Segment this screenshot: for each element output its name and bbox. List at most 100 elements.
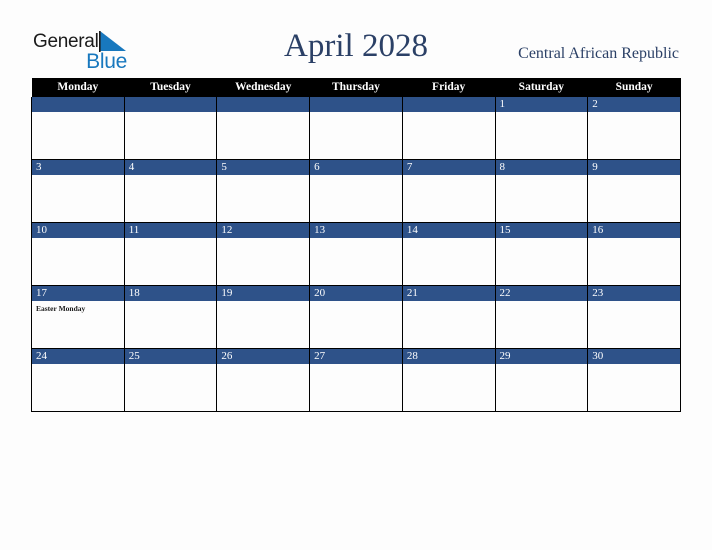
day-number: 3 — [32, 160, 124, 175]
day-events — [588, 238, 680, 241]
calendar-day-cell[interactable]: 14 — [401, 222, 496, 286]
calendar-day-cell[interactable]: 9 — [587, 159, 681, 223]
calendar-day-cell[interactable]: 22 — [494, 285, 589, 349]
day-events — [217, 175, 309, 178]
calendar-day-cell[interactable]: 13 — [309, 222, 403, 286]
day-cell-inner: 26 — [217, 349, 310, 411]
calendar-day-cell[interactable]: 25 — [123, 348, 218, 412]
holiday-label: Easter Monday — [36, 304, 86, 313]
calendar-day-cell[interactable]: 8 — [494, 159, 589, 223]
calendar-day-cell[interactable]: 26 — [216, 348, 311, 412]
day-number: 26 — [217, 349, 310, 364]
day-events — [403, 364, 495, 367]
calendar-day-cell[interactable]: 1 — [494, 97, 589, 160]
day-cell-inner: 14 — [402, 223, 495, 285]
day-events — [496, 364, 588, 367]
day-events — [310, 112, 402, 115]
day-cell-inner: 11 — [124, 223, 217, 285]
day-cell-inner — [402, 97, 495, 159]
day-cell-inner: 28 — [402, 349, 495, 411]
day-events — [310, 364, 402, 367]
day-events — [217, 112, 309, 115]
day-events — [125, 238, 217, 241]
day-events — [125, 112, 217, 115]
calendar-day-cell[interactable]: 18 — [123, 285, 218, 349]
calendar-empty-cell[interactable] — [216, 97, 311, 160]
calendar-empty-cell[interactable] — [31, 97, 125, 160]
day-events — [217, 238, 309, 241]
day-events — [403, 301, 495, 304]
calendar-day-cell[interactable]: 16 — [587, 222, 681, 286]
day-number: 13 — [310, 223, 402, 238]
day-cell-inner: 1 — [495, 97, 588, 159]
calendar-day-cell[interactable]: 24 — [31, 348, 125, 412]
day-cell-inner — [32, 97, 124, 159]
day-events — [125, 301, 217, 304]
day-number: 1 — [495, 97, 588, 112]
day-cell-inner — [124, 97, 217, 159]
day-cell-inner: 17 Easter Monday — [32, 286, 124, 348]
calendar-empty-cell[interactable] — [401, 97, 496, 160]
calendar-day-cell[interactable]: 4 — [123, 159, 218, 223]
calendar-day-cell[interactable]: 27 — [309, 348, 403, 412]
page-header: General Blue April 2028 Central African … — [0, 0, 712, 78]
day-number — [32, 97, 124, 112]
day-number: 28 — [402, 349, 495, 364]
weekday-header-friday: Friday — [402, 78, 496, 97]
day-events — [310, 238, 402, 241]
day-events — [588, 301, 680, 304]
calendar-day-cell[interactable]: 15 — [494, 222, 589, 286]
calendar-day-cell[interactable]: 23 — [587, 285, 681, 349]
day-events — [310, 175, 402, 178]
weekday-header-thursday: Thursday — [309, 78, 403, 97]
day-events — [496, 175, 588, 178]
day-cell-inner: 9 — [588, 160, 680, 222]
calendar-day-cell[interactable]: 6 — [309, 159, 403, 223]
calendar-day-cell[interactable]: 30 — [587, 348, 681, 412]
calendar-day-cell[interactable]: 28 — [401, 348, 496, 412]
day-events — [588, 364, 680, 367]
calendar-day-cell[interactable]: 10 — [31, 222, 125, 286]
calendar-day-cell[interactable]: 5 — [216, 159, 311, 223]
day-events — [403, 112, 495, 115]
calendar-day-cell[interactable]: 12 — [216, 222, 311, 286]
calendar-day-cell[interactable]: 20 — [309, 285, 403, 349]
day-cell-inner: 29 — [495, 349, 588, 411]
calendar-day-cell[interactable]: 21 — [401, 285, 496, 349]
calendar-day-cell[interactable]: 11 — [123, 222, 218, 286]
day-cell-inner: 16 — [588, 223, 680, 285]
day-number: 22 — [495, 286, 588, 301]
weekday-header-wednesday: Wednesday — [216, 78, 310, 97]
day-events — [217, 364, 309, 367]
day-events — [588, 112, 680, 115]
calendar-day-cell[interactable]: 17 Easter Monday — [31, 285, 125, 349]
day-number: 11 — [124, 223, 217, 238]
calendar-empty-cell[interactable] — [309, 97, 403, 160]
day-number: 27 — [310, 349, 402, 364]
day-cell-inner: 2 — [588, 97, 680, 159]
calendar-empty-cell[interactable] — [123, 97, 218, 160]
calendar-page: General Blue April 2028 Central African … — [0, 0, 712, 550]
day-number: 18 — [124, 286, 217, 301]
day-cell-inner: 10 — [32, 223, 124, 285]
day-number: 24 — [32, 349, 124, 364]
calendar-day-cell[interactable]: 3 — [31, 159, 125, 223]
day-number: 29 — [495, 349, 588, 364]
calendar-day-cell[interactable]: 19 — [216, 285, 311, 349]
day-events — [32, 364, 124, 367]
calendar-day-cell[interactable]: 2 — [587, 97, 681, 160]
day-cell-inner: 4 — [124, 160, 217, 222]
calendar-day-cell[interactable]: 7 — [401, 159, 496, 223]
day-cell-inner: 12 — [217, 223, 310, 285]
day-events — [496, 301, 588, 304]
calendar-day-cell[interactable]: 29 — [494, 348, 589, 412]
day-cell-inner: 27 — [310, 349, 402, 411]
calendar-header-row: Monday Tuesday Wednesday Thursday Friday… — [31, 78, 681, 97]
calendar-week-row: 10 11 12 13 14 15 16 — [31, 222, 681, 286]
day-cell-inner: 13 — [310, 223, 402, 285]
day-number: 7 — [402, 160, 495, 175]
day-events — [496, 112, 588, 115]
day-number: 12 — [217, 223, 310, 238]
day-number: 30 — [588, 349, 680, 364]
day-events — [217, 301, 309, 304]
